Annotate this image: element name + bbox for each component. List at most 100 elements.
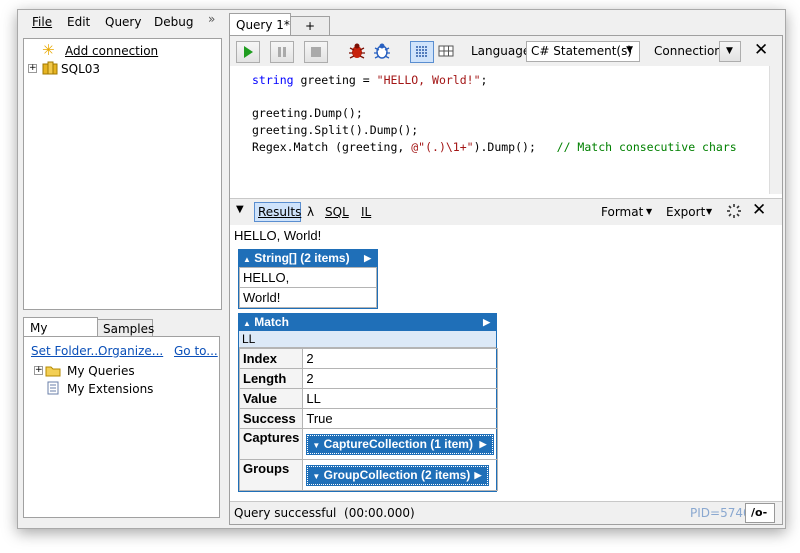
row-key: Index [238,348,304,369]
match-title: Match [254,315,289,329]
results-tab-label: Results [258,205,302,219]
language-label: Language [471,44,531,58]
row-value: LL [302,388,499,409]
collapse-icon: ▲ [243,319,251,328]
table-row: Captures ▼ CaptureCollection (1 item) ▶ [238,428,499,460]
table-row: Index 2 [238,348,499,369]
language-select-value: C# Statement(s) [531,44,633,58]
tab-samples-label: Samples [103,322,155,336]
stop-button[interactable] [304,41,328,63]
folder-icon [45,364,61,380]
menu-edit[interactable]: Edit [67,15,90,29]
rich-text-view-button[interactable] [410,41,434,63]
row-value: 2 [302,348,499,369]
table-row: World! [239,287,377,308]
set-folder-link[interactable]: Set Folder... [31,344,102,358]
collapse-icon: ▲ [243,255,251,264]
sql-tab[interactable]: SQL [325,205,349,219]
organize-link[interactable]: Organize... [98,344,163,358]
results-tab[interactable]: Results [254,202,301,222]
close-query-icon[interactable]: ✕ [754,40,768,60]
server-label: SQL03 [61,62,101,76]
string-array-title: String[] (2 items) [254,251,350,265]
collapse-results-icon[interactable]: ▼ [236,204,244,215]
grid-view-button[interactable] [435,41,457,61]
table-row: Value LL [238,388,499,409]
tree-my-queries[interactable]: + My Queries [34,363,204,379]
stop-icon [311,47,321,57]
row-value: ▼ CaptureCollection (1 item) ▶ [302,428,499,460]
group-collection-button[interactable]: ▼ GroupCollection (2 items) ▶ [306,464,490,486]
match-block: ▲ Match ▶ LL Index 2 Length 2 Value LL Succ… [238,313,499,492]
string-array-table: HELLO, World! [239,267,377,308]
status-text: Query successful (00:00.000) [234,506,415,520]
row-key: Success [238,408,304,429]
bug-blue-icon[interactable] [372,42,392,63]
menu-query[interactable]: Query [105,15,141,29]
string-array-block: ▲ String[] (2 items) ▶ HELLO, World! [238,249,378,309]
tree-my-extensions[interactable]: My Extensions [34,381,204,397]
bug-red-icon[interactable] [347,42,367,63]
row-value: True [302,408,499,429]
go-to-link[interactable]: Go to... [174,344,218,358]
code-line-2: greeting.Dump(); [252,106,363,120]
results-bar: ▼ Results λ SQL IL Format ▼ Export ▼ ✕ [230,198,782,226]
queries-tree-panel: Set Folder... Organize... Go to... + My … [23,336,220,518]
connection-label: Connection [654,44,722,58]
capture-collection-button[interactable]: ▼ CaptureCollection (1 item) ▶ [306,433,495,455]
menu-debug[interactable]: Debug [154,15,193,29]
io-button[interactable]: /o- [745,503,775,523]
lambda-tab[interactable]: λ [307,205,314,219]
close-results-icon[interactable]: ✕ [752,200,766,220]
tab-my-queries[interactable]: My Queries [23,317,98,349]
table-row: Groups ▼ GroupCollection (2 items) ▶ [238,459,499,491]
code-editor[interactable]: string greeting = "HELLO, World!"; greet… [230,66,769,194]
query-area: Language C# Statement(s) ▼ Connection ▼ … [229,35,783,525]
list-view-icon [416,46,428,57]
arrow-right-icon: ▶ [474,469,482,480]
pause-icon [278,47,286,57]
document-icon [47,381,59,398]
arrow-right-icon: ▶ [479,438,487,449]
grid-icon [438,45,454,57]
array-item: World! [239,287,377,308]
results-output: HELLO, World! ▲ String[] (2 items) ▶ HEL… [230,225,782,497]
expand-icon[interactable]: + [34,366,43,375]
spinner-icon[interactable] [726,203,742,222]
pause-button[interactable] [270,41,294,63]
code-line-4: Regex.Match (greeting, @"(.)\1+").Dump()… [252,140,737,154]
plus-icon: + [305,19,316,33]
run-button[interactable] [236,41,260,63]
tab-samples[interactable]: Samples [97,319,155,337]
connection-select[interactable]: ▼ [719,41,741,62]
menu-bar: File Edit Query Debug » [18,10,218,34]
code-line-1: string greeting = "HELLO, World!"; [252,73,488,87]
tab-query-1[interactable]: Query 1* [229,13,291,36]
row-value: 2 [302,368,499,389]
menu-file[interactable]: File [32,15,52,29]
language-select[interactable]: C# Statement(s) ▼ [526,41,640,62]
expand-icon[interactable]: + [28,64,37,73]
match-table: Index 2 Length 2 Value LL Success True Captu… [238,348,499,491]
export-menu[interactable]: Export [666,205,705,219]
group-collection-label: GroupCollection (2 items) [323,467,471,482]
play-icon [244,46,253,58]
status-bar: Query successful (00:00.000) PID=5740 /o… [230,501,782,524]
new-tab-button[interactable]: + [290,16,330,36]
server-row[interactable]: + SQL03 [28,61,188,77]
tree-my-queries-label: My Queries [67,364,135,378]
array-item: HELLO, [239,267,377,288]
add-connection-link[interactable]: Add connection [65,44,158,58]
string-array-header[interactable]: ▲ String[] (2 items) ▶ [239,250,377,267]
match-header[interactable]: ▲ Match ▶ [239,314,496,331]
format-menu[interactable]: Format [601,205,643,219]
tab-query-1-label: Query 1* [236,18,290,32]
pid-label: PID=5740 [690,506,751,520]
match-summary: LL [239,331,496,348]
capture-collection-label: CaptureCollection (1 item) [323,436,473,451]
menu-overflow-icon[interactable]: » [208,12,215,26]
editor-scrollbar[interactable] [769,66,782,194]
add-connection-row[interactable]: ✳ Add connection [32,41,192,59]
row-key: Groups [238,459,304,491]
il-tab[interactable]: IL [361,205,371,219]
